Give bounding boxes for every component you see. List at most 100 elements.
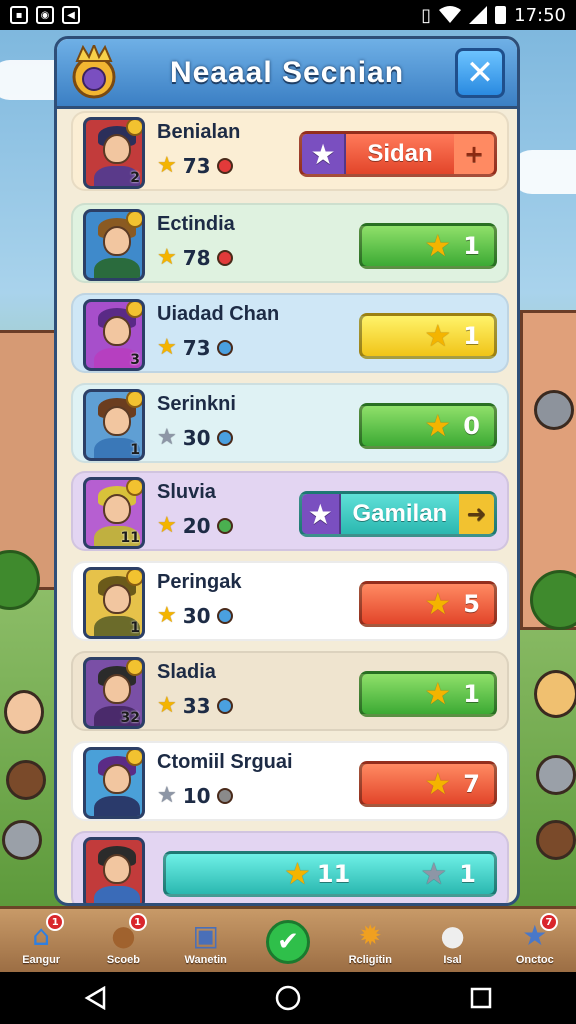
fruit-icon [216,517,233,534]
star-icon: ★ [424,408,452,444]
player-row[interactable]: 2 Benialan ★ 73 ★ Sidan + [71,111,509,191]
fruit-icon [216,339,233,356]
nav-item-scoeb[interactable]: ● Scoeb 1 [82,909,164,972]
player-stats: ★ 73 [157,335,233,360]
nav-item-isal[interactable]: ● Isal [411,909,493,972]
player-row[interactable]: 3 Uiadad Chan ★ 73 ★ 1 [71,293,509,373]
purple-star-gem-icon: ★ [302,134,346,174]
player-avatar[interactable]: 11 [83,477,145,549]
star-icon: ★ [157,335,177,360]
level-badge-icon [126,212,142,228]
action-cap-icon: ➜ [459,494,494,534]
close-button[interactable]: ✕ [455,48,505,98]
nav-label: Eangur [22,954,61,966]
leaderboard-panel: Neaaal Secnian ✕ 2 Benialan ★ 73 ★ Sidan + Ecti… [54,36,520,906]
home-icon[interactable] [275,985,301,1011]
player-avatar[interactable]: 32 [83,657,145,729]
notification-icon: ▪ [10,6,28,24]
panel-header: Neaaal Secnian ✕ [57,39,517,109]
robot-icon: ▣ [192,918,219,952]
star-icon: ★ [157,245,177,270]
star-icon: ★ [284,856,311,892]
wifi-icon [439,6,462,23]
reward-count: 1 [463,680,480,708]
player-rank: 3 [130,352,140,368]
nav-label: Rcligitin [348,954,392,966]
panel-title: Neaaal Secnian [169,55,405,89]
reward-count: 1 [463,232,480,260]
star-count: 30 [182,603,211,628]
player-row[interactable]: 11 Sluvia ★ 20 ★ Gamilan ➜ [71,471,509,551]
player-row[interactable]: Ectindia ★ 78 ★ 1 [71,203,509,283]
player-name: Ectindia [157,213,235,235]
star-count: 78 [182,245,211,270]
player-row[interactable]: 1 Peringak ★ 30 ★ 5 [71,561,509,641]
player-row[interactable]: Ctomiil Srguai ★ 10 ★ 7 [71,741,509,821]
reward-action-button[interactable]: ★ Gamilan ➜ [299,491,497,537]
notification-badge: 7 [539,913,558,931]
star-icon: ★ [420,856,448,892]
nav-item-eangur[interactable]: ⌂ Eangur 1 [0,909,82,972]
player-avatar[interactable] [83,747,145,819]
player-stats: ★ 20 [157,513,233,538]
star-reward-button[interactable]: ★ 1 [359,671,497,717]
action-label: Gamilan [352,500,448,527]
star-icon: ★ [157,603,177,628]
nav-label: Wanetin [184,954,227,966]
player-name: Peringak [157,571,242,593]
reward-action-button[interactable]: ★ Sidan + [299,131,497,177]
fruit-icon [216,429,233,446]
player-avatar[interactable]: 1 [83,389,145,461]
player-avatar[interactable] [83,837,145,903]
player-avatar[interactable]: 2 [83,117,145,189]
fruit-icon [216,697,233,714]
notification-badge: 1 [128,913,147,931]
status-bar: ▪ ◉ ◀ ▯ 17:50 [0,0,576,30]
player-stats: ★ 30 [157,425,233,450]
bottom-nav: ⌂ Eangur 1 ● Scoeb 1 ▣ Wanetin ✔ ✹ Rcligitin ● Isal ★… [0,906,576,972]
player-avatar[interactable]: 3 [83,299,145,371]
back-icon[interactable] [84,986,106,1010]
nav-item-onctoc[interactable]: ★ Onctoc 7 [494,909,576,972]
player-name: Ctomiil Srguai [157,751,293,773]
recents-icon[interactable] [470,987,492,1009]
star-icon: ★ [157,153,177,178]
nav-item-confirm[interactable]: ✔ [247,909,329,972]
star-count: 73 [182,153,211,178]
nav-item-wanetin[interactable]: ▣ Wanetin [165,909,247,972]
player-stats: ★ 10 [157,783,233,808]
progress-reward-bar[interactable]: ★ 11 ★ 1 [163,851,497,897]
level-badge-icon [126,570,142,586]
star-icon: ★ [424,676,452,712]
star-count: 10 [182,783,211,808]
player-row[interactable]: 32 Sladia ★ 33 ★ 1 [71,651,509,731]
player-row[interactable]: 1 Serinkni ★ 30 ★ 0 [71,383,509,463]
notification-badge: 1 [46,913,65,931]
fruit-icon [216,607,233,624]
player-name: Sluvia [157,481,216,503]
star-count: 30 [182,425,211,450]
reward-count: 7 [463,770,480,798]
level-badge-icon [126,120,142,136]
star-reward-button[interactable]: ★ 0 [359,403,497,449]
star-icon: ★ [424,586,452,622]
reward-count: 11 [316,860,351,888]
star-icon: ★ [424,228,452,264]
star-icon: ★ [157,425,177,450]
star-reward-button[interactable]: ★ 1 [359,223,497,269]
star-reward-button[interactable]: ★ 7 [359,761,497,807]
player-avatar[interactable] [83,209,145,281]
battery-icon [495,6,507,24]
nav-label: Isal [443,954,462,966]
reward-count: 1 [463,322,480,350]
clock: 17:50 [514,4,566,26]
cat-icon: ● [440,918,465,952]
player-avatar[interactable]: 1 [83,567,145,639]
star-icon: ★ [424,766,452,802]
player-row[interactable]: ★ 11 ★ 1 [71,831,509,903]
nav-item-rcligitin[interactable]: ✹ Rcligitin [329,909,411,972]
star-reward-button[interactable]: ★ 1 [359,313,497,359]
camera-icon: ◉ [36,6,54,24]
star-reward-button[interactable]: ★ 5 [359,581,497,627]
player-name: Benialan [157,121,241,143]
